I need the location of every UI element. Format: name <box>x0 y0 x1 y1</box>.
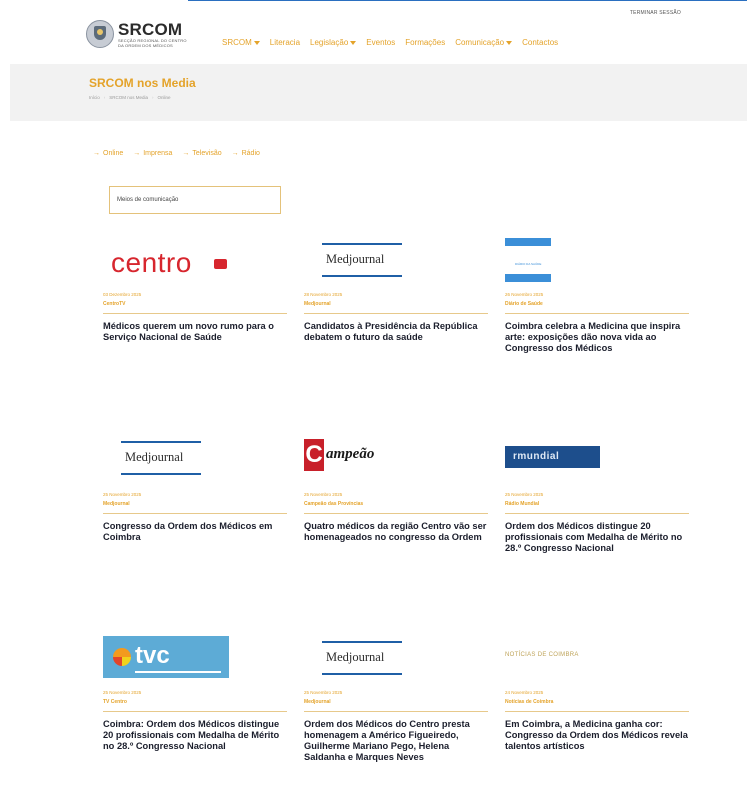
media-select-label: Meios de comunicação <box>117 197 179 203</box>
card-title[interactable]: Quatro médicos da região Centro vão ser … <box>304 521 488 543</box>
brand-subtitle-2: DA ORDEM DOS MÉDICOS <box>118 42 173 48</box>
card-title[interactable]: Ordem dos Médicos distingue 20 profissio… <box>505 521 689 554</box>
site-header: SRCOM SECÇÃO REGIONAL DO CENTRO DA ORDEM… <box>0 12 747 60</box>
card-title[interactable]: Coimbra: Ordem dos Médicos distingue 20 … <box>103 719 287 752</box>
card-date: 25 Novembro 2025 <box>304 690 343 695</box>
card-source[interactable]: TV Centro <box>103 699 287 712</box>
medjournal-logo: Medjournal <box>121 441 201 475</box>
nav-item-comunicacao[interactable]: Comunicação <box>455 38 513 47</box>
brand-subtitle-1: SECÇÃO REGIONAL DO CENTRO <box>118 37 187 43</box>
nav-item-srcom[interactable]: SRCOM <box>222 38 260 47</box>
news-card[interactable]: rmundial 25 Novembro 2025 Rádio Mundial … <box>505 436 689 554</box>
arrow-right-icon: → <box>231 150 239 157</box>
nav-item-contactos[interactable]: Contactos <box>522 38 558 47</box>
nav-item-eventos[interactable]: Eventos <box>366 38 395 47</box>
card-source[interactable]: Diário de Saúde <box>505 301 689 314</box>
card-source[interactable]: Medjournal <box>103 501 287 514</box>
card-title[interactable]: Ordem dos Médicos do Centro presta homen… <box>304 719 488 763</box>
media-select[interactable]: Meios de comunicação <box>109 186 281 214</box>
noticias-coimbra-logo: NOTÍCIAS DE COIMBRA <box>505 652 579 658</box>
card-date: 25 Novembro 2025 <box>304 492 343 497</box>
card-title[interactable]: Médicos querem um novo rumo para o Servi… <box>103 321 287 343</box>
site-logo[interactable]: SRCOM SECÇÃO REGIONAL DO CENTRO DA ORDEM… <box>86 20 187 48</box>
filter-imprensa[interactable]: → Imprensa <box>133 150 172 157</box>
breadcrumb-section[interactable]: SRCOM nos Media <box>109 95 148 100</box>
filter-televisao[interactable]: → Televisão <box>182 150 221 157</box>
top-link-line <box>188 0 747 1</box>
card-title[interactable]: Congresso da Ordem dos Médicos em Coimbr… <box>103 521 287 543</box>
card-source[interactable]: Rádio Mundial <box>505 501 689 514</box>
card-source[interactable]: Medjournal <box>304 699 488 712</box>
top-bar <box>0 0 747 4</box>
card-date: 25 Novembro 2025 <box>103 690 142 695</box>
filter-online[interactable]: → Online <box>93 150 123 157</box>
breadcrumb-current: Online <box>157 95 171 100</box>
card-source[interactable]: Campeão das Províncias <box>304 501 488 514</box>
card-source[interactable]: Medjournal <box>304 301 488 314</box>
tvc-logo: tvc <box>103 636 229 678</box>
news-card[interactable]: DIÁRIO DA SAÚDE 26 Novembro 2025 Diário … <box>505 238 689 354</box>
filter-radio[interactable]: → Rádio <box>232 150 260 157</box>
news-card[interactable]: Medjournal 25 Novembro 2025 Medjournal O… <box>304 636 488 763</box>
card-date: 25 Novembro 2025 <box>505 492 544 497</box>
arrow-right-icon: → <box>93 150 100 157</box>
brand-title: SRCOM <box>118 19 183 39</box>
chevron-down-icon <box>253 40 260 45</box>
news-card[interactable]: centro 03 Dezembro 2025 CentroTV Médicos… <box>103 238 287 343</box>
nav-item-literacia[interactable]: Literacia <box>270 38 300 47</box>
media-filters: → Online → Imprensa → Televisão → Rádio <box>93 150 260 157</box>
medjournal-logo: Medjournal <box>322 641 402 675</box>
breadcrumb-home[interactable]: Início <box>89 95 100 100</box>
chevron-down-icon <box>506 40 513 45</box>
news-card[interactable]: NOTÍCIAS DE COIMBRA 24 Novembro 2025 Not… <box>505 636 689 752</box>
centro-tv-logo: centro <box>103 241 231 283</box>
breadcrumb: Início › SRCOM nos Media › Online <box>89 95 171 100</box>
radio-mundial-logo: rmundial <box>505 446 600 468</box>
crest-icon <box>86 20 114 48</box>
card-date: 03 Dezembro 2025 <box>103 292 142 297</box>
news-card[interactable]: Campeão 25 Novembro 2025 Campeão das Pro… <box>304 436 488 543</box>
nav-item-legislacao[interactable]: Legislação <box>310 38 357 47</box>
page-title: SRCOM nos Media <box>89 76 196 90</box>
page-hero: SRCOM nos Media Início › SRCOM nos Media… <box>10 64 747 121</box>
news-card[interactable]: tvc 25 Novembro 2025 TV Centro Coimbra: … <box>103 636 287 752</box>
card-title[interactable]: Em Coimbra, a Medicina ganha cor: Congre… <box>505 719 689 752</box>
news-card[interactable]: Medjournal 28 Novembro 2025 Medjournal C… <box>304 238 488 343</box>
chevron-down-icon <box>350 40 357 45</box>
card-date: 28 Novembro 2025 <box>304 292 343 297</box>
arrow-right-icon: → <box>133 150 141 157</box>
arrow-right-icon: → <box>182 150 190 157</box>
card-source[interactable]: CentroTV <box>103 301 287 314</box>
main-nav: SRCOM Literacia Legislação Eventos Forma… <box>222 38 558 47</box>
campeao-logo: Campeão <box>304 439 414 477</box>
card-title[interactable]: Coimbra celebra a Medicina que inspira a… <box>505 321 689 354</box>
news-card[interactable]: Medjournal 25 Novembro 2025 Medjournal C… <box>103 436 287 543</box>
card-date: 25 Novembro 2025 <box>103 492 142 497</box>
card-date: 26 Novembro 2025 <box>505 292 544 297</box>
diario-saude-logo: DIÁRIO DA SAÚDE <box>505 238 551 283</box>
nav-item-formacoes[interactable]: Formações <box>405 38 445 47</box>
card-date: 24 Novembro 2025 <box>505 690 544 695</box>
card-title[interactable]: Candidatos à Presidência da República de… <box>304 321 488 343</box>
card-source[interactable]: Notícias de Coimbra <box>505 699 689 712</box>
medjournal-logo: Medjournal <box>322 243 402 277</box>
